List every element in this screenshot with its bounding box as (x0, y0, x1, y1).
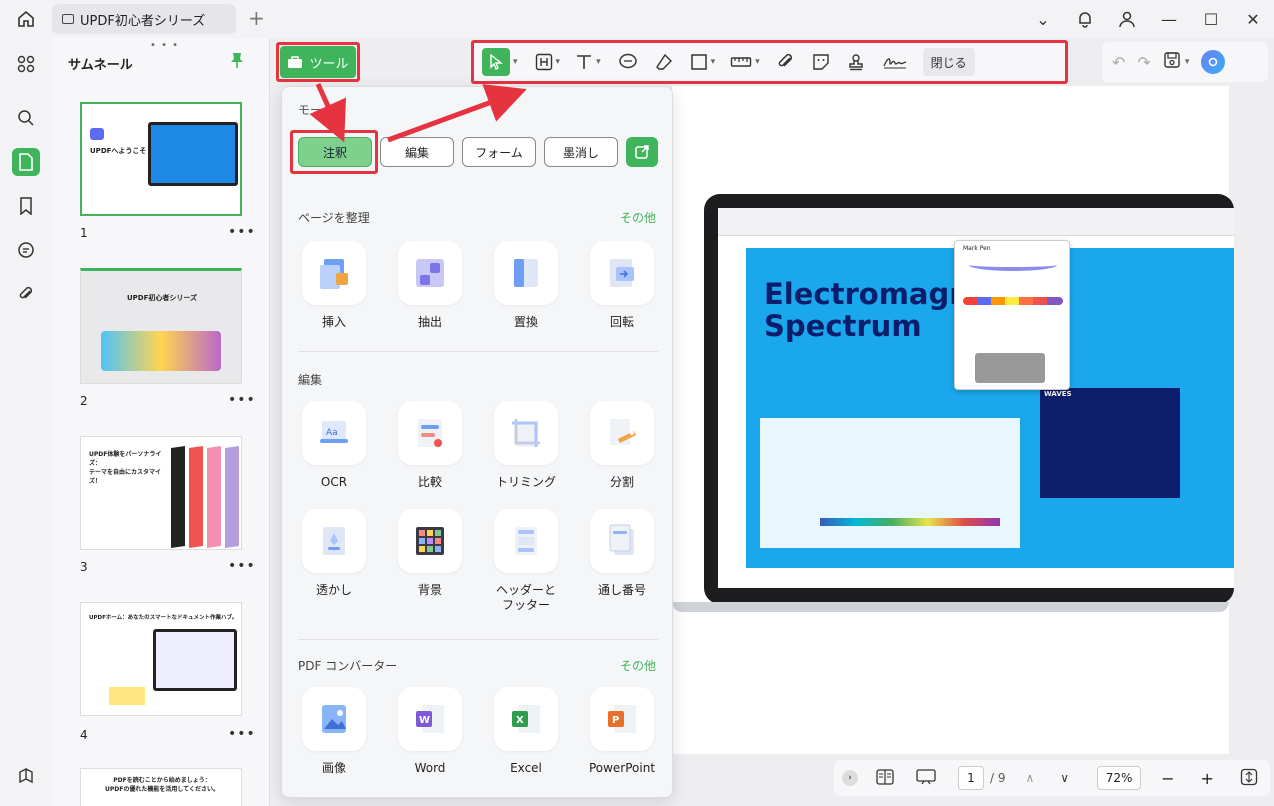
zoom-in-icon[interactable]: + (1201, 769, 1214, 788)
fit-page-icon[interactable] (1240, 768, 1258, 789)
page-total: / 9 (990, 771, 1006, 785)
presentation-icon[interactable] (916, 768, 936, 788)
zoom-out-icon[interactable]: − (1161, 769, 1174, 788)
annotation-arrows (309, 82, 527, 143)
expand-icon[interactable]: › (842, 770, 858, 786)
red-arrow-up (387, 84, 527, 143)
previous-page-icon[interactable]: ∧ (1026, 771, 1035, 785)
red-arrow-down (309, 82, 347, 143)
next-page-icon[interactable]: ∨ (1060, 771, 1069, 785)
bottom-navigation-bar: › 1 / 9 ∧ ∨ 72% − + (834, 760, 1270, 796)
zoom-level-input[interactable]: 72% (1097, 766, 1142, 790)
page-layout-icon[interactable] (876, 768, 894, 788)
page-number-input[interactable]: 1 (958, 766, 984, 790)
